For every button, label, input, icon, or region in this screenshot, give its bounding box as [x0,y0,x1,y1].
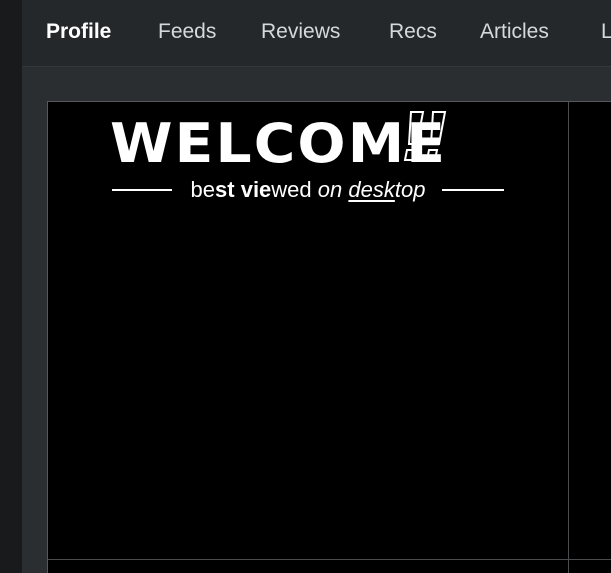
profile-content: WELCOME best viewed on desktop [22,67,611,573]
tab-profile[interactable]: Profile [46,0,111,66]
welcome-banner: WELCOME best viewed on desktop [47,101,611,573]
tab-lists[interactable]: L [601,0,611,66]
double-exclamation-outline-icon [401,110,451,167]
left-rail [0,0,22,573]
tagline-part: top [394,177,426,202]
tagline-rule-right [442,189,504,191]
banner-horizontal-divider [48,559,611,560]
tagline-part: st [215,177,241,202]
tab-reviews[interactable]: Reviews [261,0,340,66]
tagline-rule-left [112,189,172,191]
banner-vertical-divider [568,102,569,573]
tagline: best viewed on desktop [182,176,434,204]
welcome-heading: WELCOME [110,114,445,174]
tagline-row: best viewed on desktop [112,176,508,204]
profile-tab-bar: Profile Feeds Reviews Recs Articles L [22,0,611,67]
main-area: Profile Feeds Reviews Recs Articles L WE… [22,0,611,573]
tab-recs[interactable]: Recs [389,0,437,66]
page: Profile Feeds Reviews Recs Articles L WE… [0,0,611,573]
tagline-part: be [190,177,216,202]
tab-articles[interactable]: Articles [480,0,549,66]
tagline-part: wed [271,177,318,202]
tagline-part: on [317,177,349,202]
tagline-part: vie [240,177,272,202]
welcome-text: WELCOME [110,112,448,175]
tab-feeds[interactable]: Feeds [158,0,216,66]
tagline-part: desk [348,177,395,202]
